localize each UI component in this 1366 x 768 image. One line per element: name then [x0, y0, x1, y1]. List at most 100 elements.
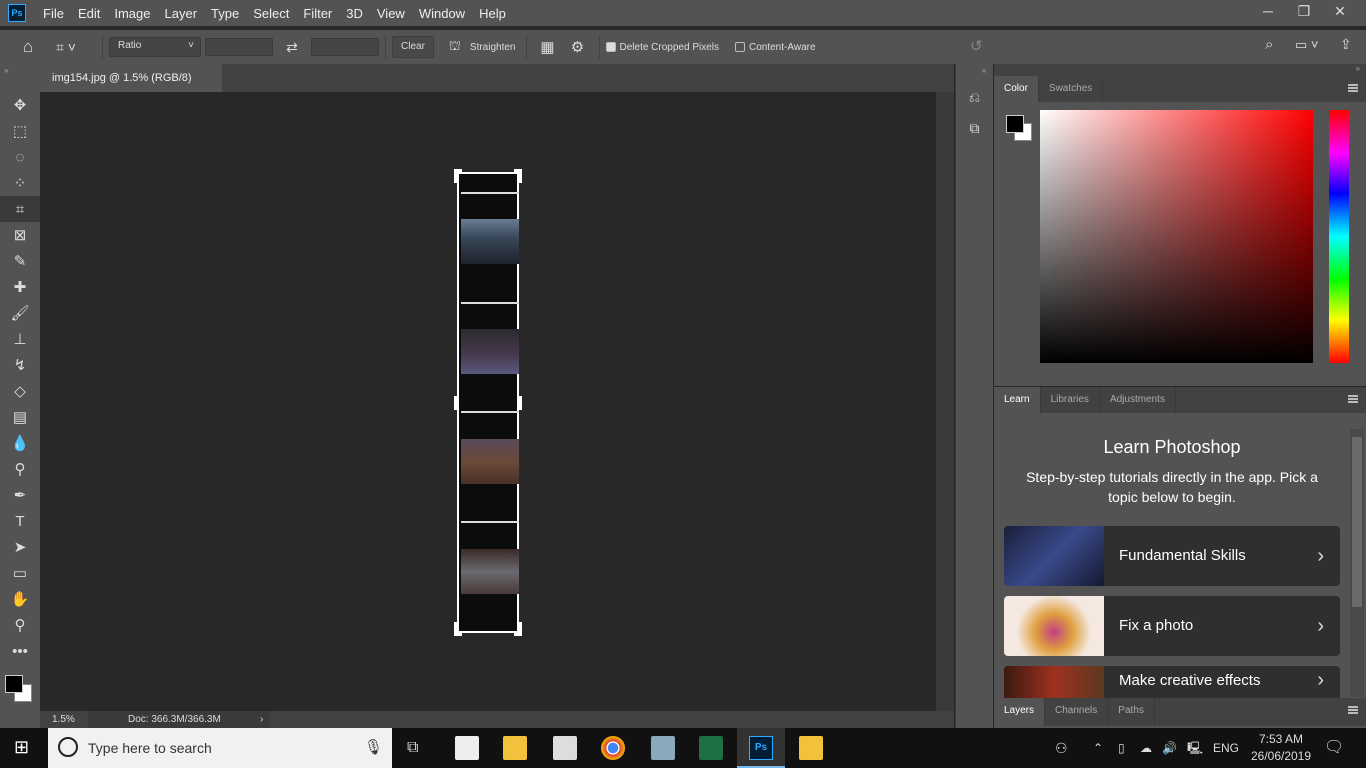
restore-button[interactable]: ❐	[1286, 0, 1322, 22]
panel-menu-icon[interactable]	[1348, 706, 1358, 714]
gradient-tool-icon[interactable]: ▤	[0, 404, 40, 430]
onedrive-icon[interactable]: ☁	[1140, 728, 1152, 768]
frame-tool-icon[interactable]: ⊠	[0, 222, 40, 248]
eraser-tool-icon[interactable]: ◇	[0, 378, 40, 404]
properties-icon[interactable]: ⧉	[956, 120, 993, 137]
search-icon[interactable]: ⌕	[1265, 36, 1273, 53]
tutorial-card-fundamental-skills[interactable]: Fundamental Skills ›	[1004, 526, 1340, 586]
stamp-tool-icon[interactable]: ⊥	[0, 326, 40, 352]
excel-icon[interactable]	[699, 736, 723, 760]
panel-menu-icon[interactable]	[1348, 395, 1358, 403]
crop-handle[interactable]	[518, 396, 522, 410]
height-input[interactable]	[311, 38, 379, 56]
swap-icon[interactable]: ⇄	[273, 39, 311, 56]
film-strip-image[interactable]	[457, 172, 519, 633]
blur-tool-icon[interactable]: 💧	[0, 430, 40, 456]
content-aware-checkbox[interactable]	[735, 42, 745, 52]
menu-view[interactable]: View	[370, 6, 412, 21]
clear-button[interactable]: Clear	[392, 36, 434, 58]
volume-icon[interactable]: 🔊	[1162, 728, 1177, 768]
onedrive-folder-icon[interactable]	[799, 736, 823, 760]
menu-file[interactable]: File	[36, 6, 71, 21]
microphone-icon[interactable]: 🎙	[364, 728, 383, 768]
brush-tool-icon[interactable]: 🖌	[0, 300, 40, 326]
menu-select[interactable]: Select	[246, 6, 296, 21]
tab-paths[interactable]: Paths	[1108, 698, 1155, 726]
quick-select-tool-icon[interactable]: ⁘	[0, 170, 40, 196]
ratio-select[interactable]: Ratio ˅	[109, 37, 201, 57]
gear-icon[interactable]: ⚙	[563, 38, 593, 56]
tab-swatches[interactable]: Swatches	[1039, 76, 1104, 102]
minimize-button[interactable]: ─	[1250, 0, 1286, 22]
chrome-icon[interactable]	[601, 736, 625, 760]
menu-layer[interactable]: Layer	[158, 6, 205, 21]
crop-tool-preset-icon[interactable]: ⌗ ˅	[56, 39, 96, 56]
tab-libraries[interactable]: Libraries	[1041, 387, 1100, 413]
pen-tool-icon[interactable]: ✒	[0, 482, 40, 508]
tab-layers[interactable]: Layers	[994, 698, 1046, 726]
close-button[interactable]: ✕	[1322, 0, 1358, 22]
move-tool-icon[interactable]: ✥	[0, 92, 40, 118]
workspace-icon[interactable]: ▭ ˅	[1295, 37, 1319, 53]
home-icon[interactable]: ⌂	[0, 37, 56, 57]
clock[interactable]: 7:53 AM 26/06/2019	[1250, 731, 1312, 765]
straighten-button[interactable]: Straighten	[470, 42, 516, 53]
menu-type[interactable]: Type	[204, 6, 246, 21]
mail-icon[interactable]	[455, 736, 479, 760]
share-icon[interactable]: ⇪	[1340, 36, 1352, 53]
delete-cropped-checkbox[interactable]	[605, 42, 616, 52]
crop-tool-icon[interactable]: ⌗	[0, 196, 40, 222]
document-tab[interactable]: img154.jpg @ 1.5% (RGB/8) ×	[40, 64, 222, 112]
status-menu-arrow[interactable]: ›	[260, 711, 263, 728]
menu-help[interactable]: Help	[472, 6, 513, 21]
tab-channels[interactable]: Channels	[1045, 698, 1109, 726]
zoom-tool-icon[interactable]: ⚲	[0, 612, 40, 638]
history-brush-icon[interactable]: ↯	[0, 352, 40, 378]
collapse-icon[interactable]: »	[0, 64, 40, 92]
panel-menu-icon[interactable]	[1348, 84, 1358, 92]
network-icon[interactable]: 🖳	[1187, 728, 1203, 768]
learn-scrollbar[interactable]	[1350, 429, 1364, 697]
vertical-scrollbar[interactable]	[936, 92, 954, 711]
crop-handle[interactable]	[454, 396, 458, 410]
lasso-tool-icon[interactable]: ◌	[0, 144, 40, 170]
tab-adjustments[interactable]: Adjustments	[1100, 387, 1176, 413]
language-indicator[interactable]: ENG	[1213, 728, 1239, 768]
windows-start-icon[interactable]: ⊞	[14, 737, 29, 758]
grid-overlay-icon[interactable]: ▦	[533, 38, 563, 56]
menu-image[interactable]: Image	[107, 6, 157, 21]
taskbar-search[interactable]: Type here to search 🎙	[48, 728, 392, 768]
task-view-icon[interactable]: ⧉	[407, 728, 418, 768]
tab-learn[interactable]: Learn	[994, 387, 1041, 413]
eyedropper-tool-icon[interactable]: ✎	[0, 248, 40, 274]
marquee-tool-icon[interactable]: ⬚	[0, 118, 40, 144]
crop-handle[interactable]	[454, 169, 462, 183]
hand-tool-icon[interactable]: ✋	[0, 586, 40, 612]
people-icon[interactable]: ⚇	[1055, 728, 1068, 768]
usb-icon[interactable]: ▯	[1118, 728, 1125, 768]
menu-edit[interactable]: Edit	[71, 6, 107, 21]
dodge-tool-icon[interactable]: ⚲	[0, 456, 40, 482]
foreground-color-swatch[interactable]	[5, 675, 23, 693]
straighten-icon[interactable]: ⛫	[440, 38, 470, 56]
collapse-icon[interactable]: »	[994, 64, 1366, 76]
scrollbar-thumb[interactable]	[1352, 437, 1362, 607]
color-swatches[interactable]	[0, 664, 40, 714]
foreground-color-swatch[interactable]	[1006, 115, 1024, 133]
healing-brush-icon[interactable]: ✚	[0, 274, 40, 300]
more-tools-icon[interactable]: •••	[0, 638, 40, 664]
tutorial-card-creative-effects[interactable]: Make creative effects ›	[1004, 666, 1340, 698]
menu-3d[interactable]: 3D	[339, 6, 370, 21]
zoom-level[interactable]: 1.5%	[52, 711, 75, 728]
history-icon[interactable]: ⎌	[956, 89, 993, 106]
menu-window[interactable]: Window	[412, 6, 472, 21]
type-tool-icon[interactable]: T	[0, 508, 40, 534]
menu-filter[interactable]: Filter	[296, 6, 339, 21]
action-center-icon[interactable]: 🗨	[1324, 728, 1344, 768]
hue-slider[interactable]	[1329, 110, 1349, 363]
color-field[interactable]	[1040, 110, 1313, 363]
rectangle-tool-icon[interactable]: ▭	[0, 560, 40, 586]
tutorial-card-fix-a-photo[interactable]: Fix a photo ›	[1004, 596, 1340, 656]
path-select-tool-icon[interactable]: ➤	[0, 534, 40, 560]
file-explorer-icon[interactable]	[503, 736, 527, 760]
